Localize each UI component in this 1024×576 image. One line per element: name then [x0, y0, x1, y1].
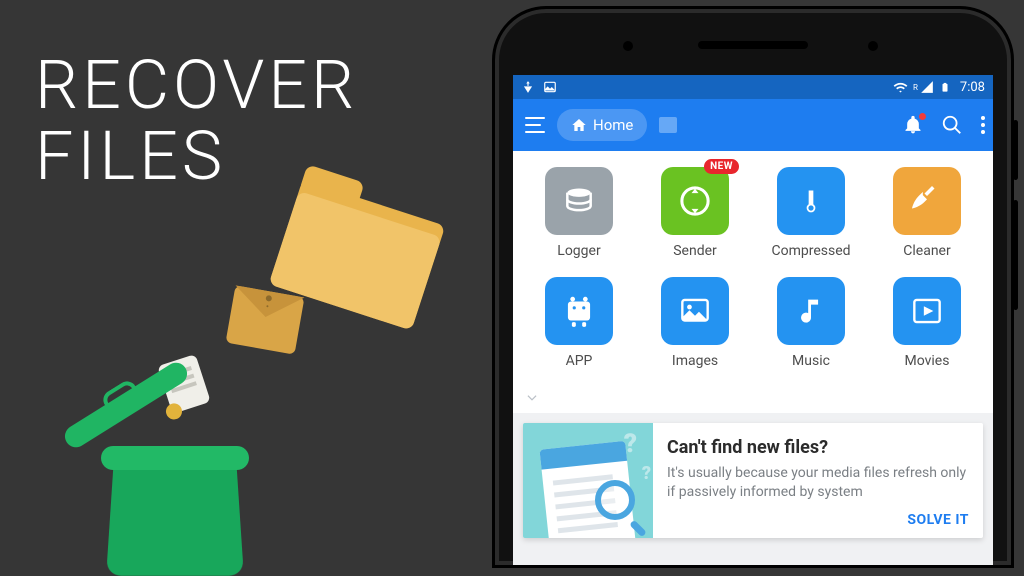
menu-button[interactable]	[521, 110, 551, 140]
breadcrumb-home[interactable]: Home	[557, 109, 647, 141]
recover-illustration	[60, 235, 460, 575]
tile-movies[interactable]: Movies	[869, 277, 985, 369]
tile-images[interactable]: Images	[637, 277, 753, 369]
phone-speaker	[698, 41, 808, 49]
overflow-menu-button[interactable]	[981, 116, 985, 134]
search-icon	[941, 114, 963, 136]
tile-logger[interactable]: Logger	[521, 167, 637, 259]
tile-label: Compressed	[771, 243, 850, 259]
chevron-down-icon	[521, 391, 543, 405]
card-body: It's usually because your media files re…	[667, 464, 969, 502]
home-icon	[571, 117, 587, 133]
category-grid: Logger NEW Sender Compressed Cleaner	[513, 151, 993, 413]
tile-label: Images	[672, 353, 718, 369]
tile-label: Music	[792, 353, 830, 369]
tile-label: Sender	[673, 243, 717, 259]
signal-icon	[920, 80, 934, 94]
cleaner-icon	[893, 167, 961, 235]
tile-music[interactable]: Music	[753, 277, 869, 369]
status-bar: R 7:08	[513, 75, 993, 99]
card-title: Can't find new files?	[667, 437, 969, 458]
tile-sender[interactable]: NEW Sender	[637, 167, 753, 259]
status-time: 7:08	[960, 80, 985, 95]
tile-label: Cleaner	[903, 243, 950, 259]
headline-line1: RECOVER	[35, 50, 358, 121]
signal-label: R	[913, 83, 918, 92]
images-icon	[661, 277, 729, 345]
phone-sensor	[868, 41, 878, 51]
expand-button[interactable]	[521, 387, 985, 405]
solve-it-button[interactable]: SOLVE IT	[667, 512, 969, 528]
search-button[interactable]	[941, 114, 963, 136]
tile-compressed[interactable]: Compressed	[753, 167, 869, 259]
new-badge: NEW	[704, 159, 739, 174]
envelope-icon	[225, 285, 304, 354]
tile-app[interactable]: APP	[521, 277, 637, 369]
trash-bin-icon	[110, 460, 240, 575]
phone-camera	[623, 41, 633, 51]
notifications-button[interactable]	[903, 115, 923, 135]
app-bar: Home	[513, 99, 993, 151]
phone-volume-button	[1013, 200, 1018, 310]
window-indicator-icon[interactable]	[659, 117, 677, 133]
wifi-icon	[893, 80, 907, 94]
sender-icon	[661, 167, 729, 235]
promo-card: ?? Can't find new files? It's usually be…	[523, 423, 983, 538]
picture-status-icon	[543, 80, 557, 94]
movies-icon	[893, 277, 961, 345]
promo-illustration: ??	[523, 423, 653, 538]
tile-label: Movies	[905, 353, 950, 369]
logger-icon	[545, 167, 613, 235]
notification-dot	[919, 113, 926, 120]
compressed-icon	[777, 167, 845, 235]
phone-frame: R 7:08 Home	[492, 6, 1014, 568]
battery-icon	[940, 80, 954, 94]
phone-side-button	[1013, 120, 1018, 180]
app-icon	[545, 277, 613, 345]
tile-label: Logger	[557, 243, 600, 259]
es-status-icon	[521, 80, 535, 94]
tile-label: APP	[566, 353, 593, 369]
magnifier-icon	[595, 480, 645, 530]
music-icon	[777, 277, 845, 345]
phone-screen: R 7:08 Home	[513, 75, 993, 565]
breadcrumb-label: Home	[593, 116, 633, 134]
tile-cleaner[interactable]: Cleaner	[869, 167, 985, 259]
